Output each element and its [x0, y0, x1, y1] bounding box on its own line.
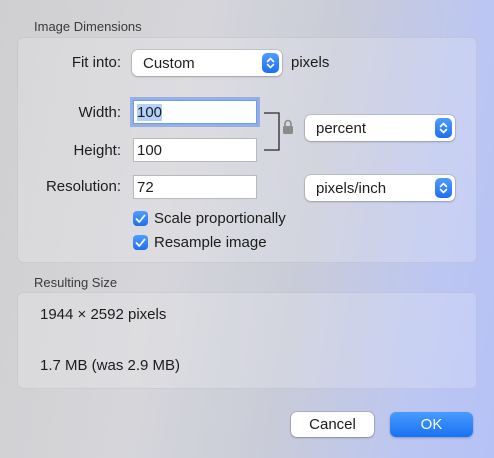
fit-into-popup[interactable]: Custom — [132, 50, 282, 76]
resolution-unit-popup[interactable]: pixels/inch — [305, 175, 455, 201]
height-field[interactable]: 100 — [133, 138, 257, 162]
resulting-size-title: Resulting Size — [34, 275, 118, 290]
image-dimensions-title: Image Dimensions — [34, 19, 142, 34]
width-field[interactable]: 100 — [133, 100, 257, 124]
fit-into-unit-label: pixels — [291, 54, 330, 71]
cancel-button[interactable]: Cancel — [291, 412, 374, 437]
link-bracket — [264, 112, 280, 151]
size-unit-popup[interactable]: percent — [305, 115, 455, 141]
cancel-button-label: Cancel — [309, 416, 356, 433]
fit-into-stepper-icon — [262, 53, 279, 73]
resolution-value: 72 — [137, 179, 154, 196]
ok-button-label: OK — [420, 416, 443, 433]
ok-button[interactable]: OK — [390, 412, 473, 437]
width-label: Width: — [78, 104, 121, 121]
size-unit-value: percent — [316, 119, 367, 137]
height-label: Height: — [73, 142, 121, 159]
resolution-label: Resolution: — [45, 178, 121, 195]
result-file-size: 1.7 MB (was 2.9 MB) — [40, 357, 181, 374]
lock-icon[interactable] — [282, 119, 294, 135]
resample-image-checkbox[interactable] — [133, 235, 148, 250]
scale-proportionally-checkbox[interactable] — [133, 211, 148, 226]
scale-proportionally-label[interactable]: Scale proportionally — [154, 210, 286, 227]
width-value: 100 — [137, 104, 163, 121]
fit-into-value: Custom — [143, 54, 195, 72]
fit-into-label: Fit into: — [71, 54, 121, 71]
resolution-unit-value: pixels/inch — [316, 179, 387, 197]
resolution-unit-stepper-icon — [435, 178, 452, 198]
checkmark-icon — [135, 214, 146, 223]
checkmark-icon — [135, 238, 146, 247]
height-value: 100 — [137, 142, 163, 159]
resolution-field[interactable]: 72 — [133, 175, 257, 199]
size-unit-stepper-icon — [435, 118, 452, 138]
result-pixels: 1944 × 2592 pixels — [40, 306, 167, 323]
resample-image-label[interactable]: Resample image — [154, 234, 267, 251]
